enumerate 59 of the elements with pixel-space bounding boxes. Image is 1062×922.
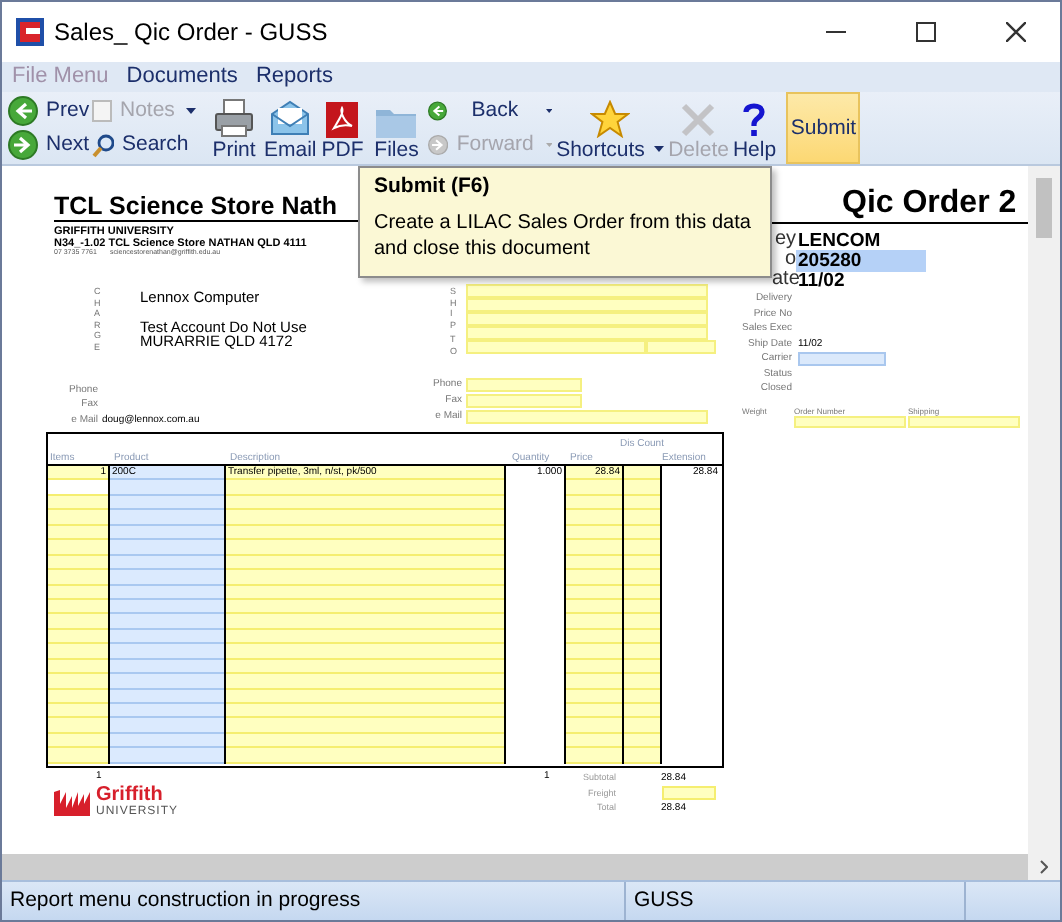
input-field[interactable] — [110, 674, 224, 690]
logo-name: Griffith — [96, 786, 163, 806]
envelope-icon — [270, 97, 311, 137]
caret-icon — [546, 108, 553, 114]
input-field[interactable] — [110, 748, 224, 764]
printer-icon — [214, 97, 254, 137]
input-field[interactable] — [110, 614, 224, 630]
chevron-right-icon — [1040, 860, 1048, 874]
toolbar-button[interactable]: Help — [728, 92, 781, 164]
note-icon — [92, 100, 112, 122]
input-field[interactable] — [110, 540, 224, 556]
toolbar-button[interactable]: PDF — [316, 92, 369, 164]
caret-icon — [545, 142, 553, 148]
toolbar-button[interactable]: Back — [428, 94, 553, 128]
field-label: ate — [772, 270, 796, 290]
horizontal-scrollbar[interactable] — [2, 854, 1060, 880]
field-label: ey — [772, 230, 796, 250]
toolbar-button[interactable]: Search — [92, 128, 204, 162]
question-mark-icon — [742, 101, 767, 137]
toolbar-button[interactable]: Prev — [8, 94, 92, 128]
tooltip-title: Submit (F6) — [374, 176, 492, 197]
pdf-document-icon — [326, 101, 359, 137]
menu-item[interactable]: Reports — [255, 66, 333, 88]
caret-icon — [654, 146, 665, 153]
input-field[interactable] — [110, 704, 224, 719]
input-field[interactable] — [110, 480, 224, 496]
star-icon — [590, 99, 631, 137]
search-icon — [92, 133, 114, 157]
folder-icon — [376, 105, 417, 137]
app-logo-icon — [16, 18, 44, 46]
shortcuts-button[interactable]: Shortcuts — [552, 92, 669, 164]
field-value: 11/02 — [798, 272, 845, 291]
input-field[interactable] — [110, 570, 224, 585]
tooltip-text: Create a LILAC Sales Order from this data and close this document — [374, 209, 753, 261]
input-field[interactable] — [110, 510, 224, 526]
maximize-icon — [915, 22, 935, 42]
flame-logo-icon — [52, 786, 92, 818]
input-field[interactable]: 205280 — [796, 250, 926, 272]
field-value: LENCOM — [798, 232, 881, 251]
input-field[interactable] — [110, 644, 224, 660]
input-field[interactable] — [110, 718, 224, 734]
field-label: o — [784, 250, 796, 270]
caret-icon — [186, 108, 197, 114]
toolbar-button[interactable]: Files — [368, 92, 425, 164]
store-title: TCL Science Store Nath — [54, 194, 337, 219]
close-icon — [1005, 22, 1025, 42]
order-title: Qic Order 2 — [842, 188, 1017, 220]
window-title: Sales_ Qic Order - GUSS — [54, 16, 330, 50]
vertical-scrollbar[interactable] — [1028, 166, 1060, 858]
status-text: GUSS — [626, 882, 966, 920]
toolbar-button[interactable]: Email — [264, 92, 317, 164]
cross-icon — [680, 101, 717, 137]
submit-button[interactable]: Submit — [786, 92, 861, 164]
scroll-right-button[interactable] — [1028, 854, 1060, 880]
input-field[interactable] — [798, 352, 886, 366]
status-text: Report menu construction in progress — [2, 882, 626, 920]
toolbar-button[interactable]: Next — [8, 128, 92, 162]
menu-item[interactable]: Documents — [126, 66, 238, 88]
toolbar-button[interactable]: Print — [204, 92, 264, 164]
